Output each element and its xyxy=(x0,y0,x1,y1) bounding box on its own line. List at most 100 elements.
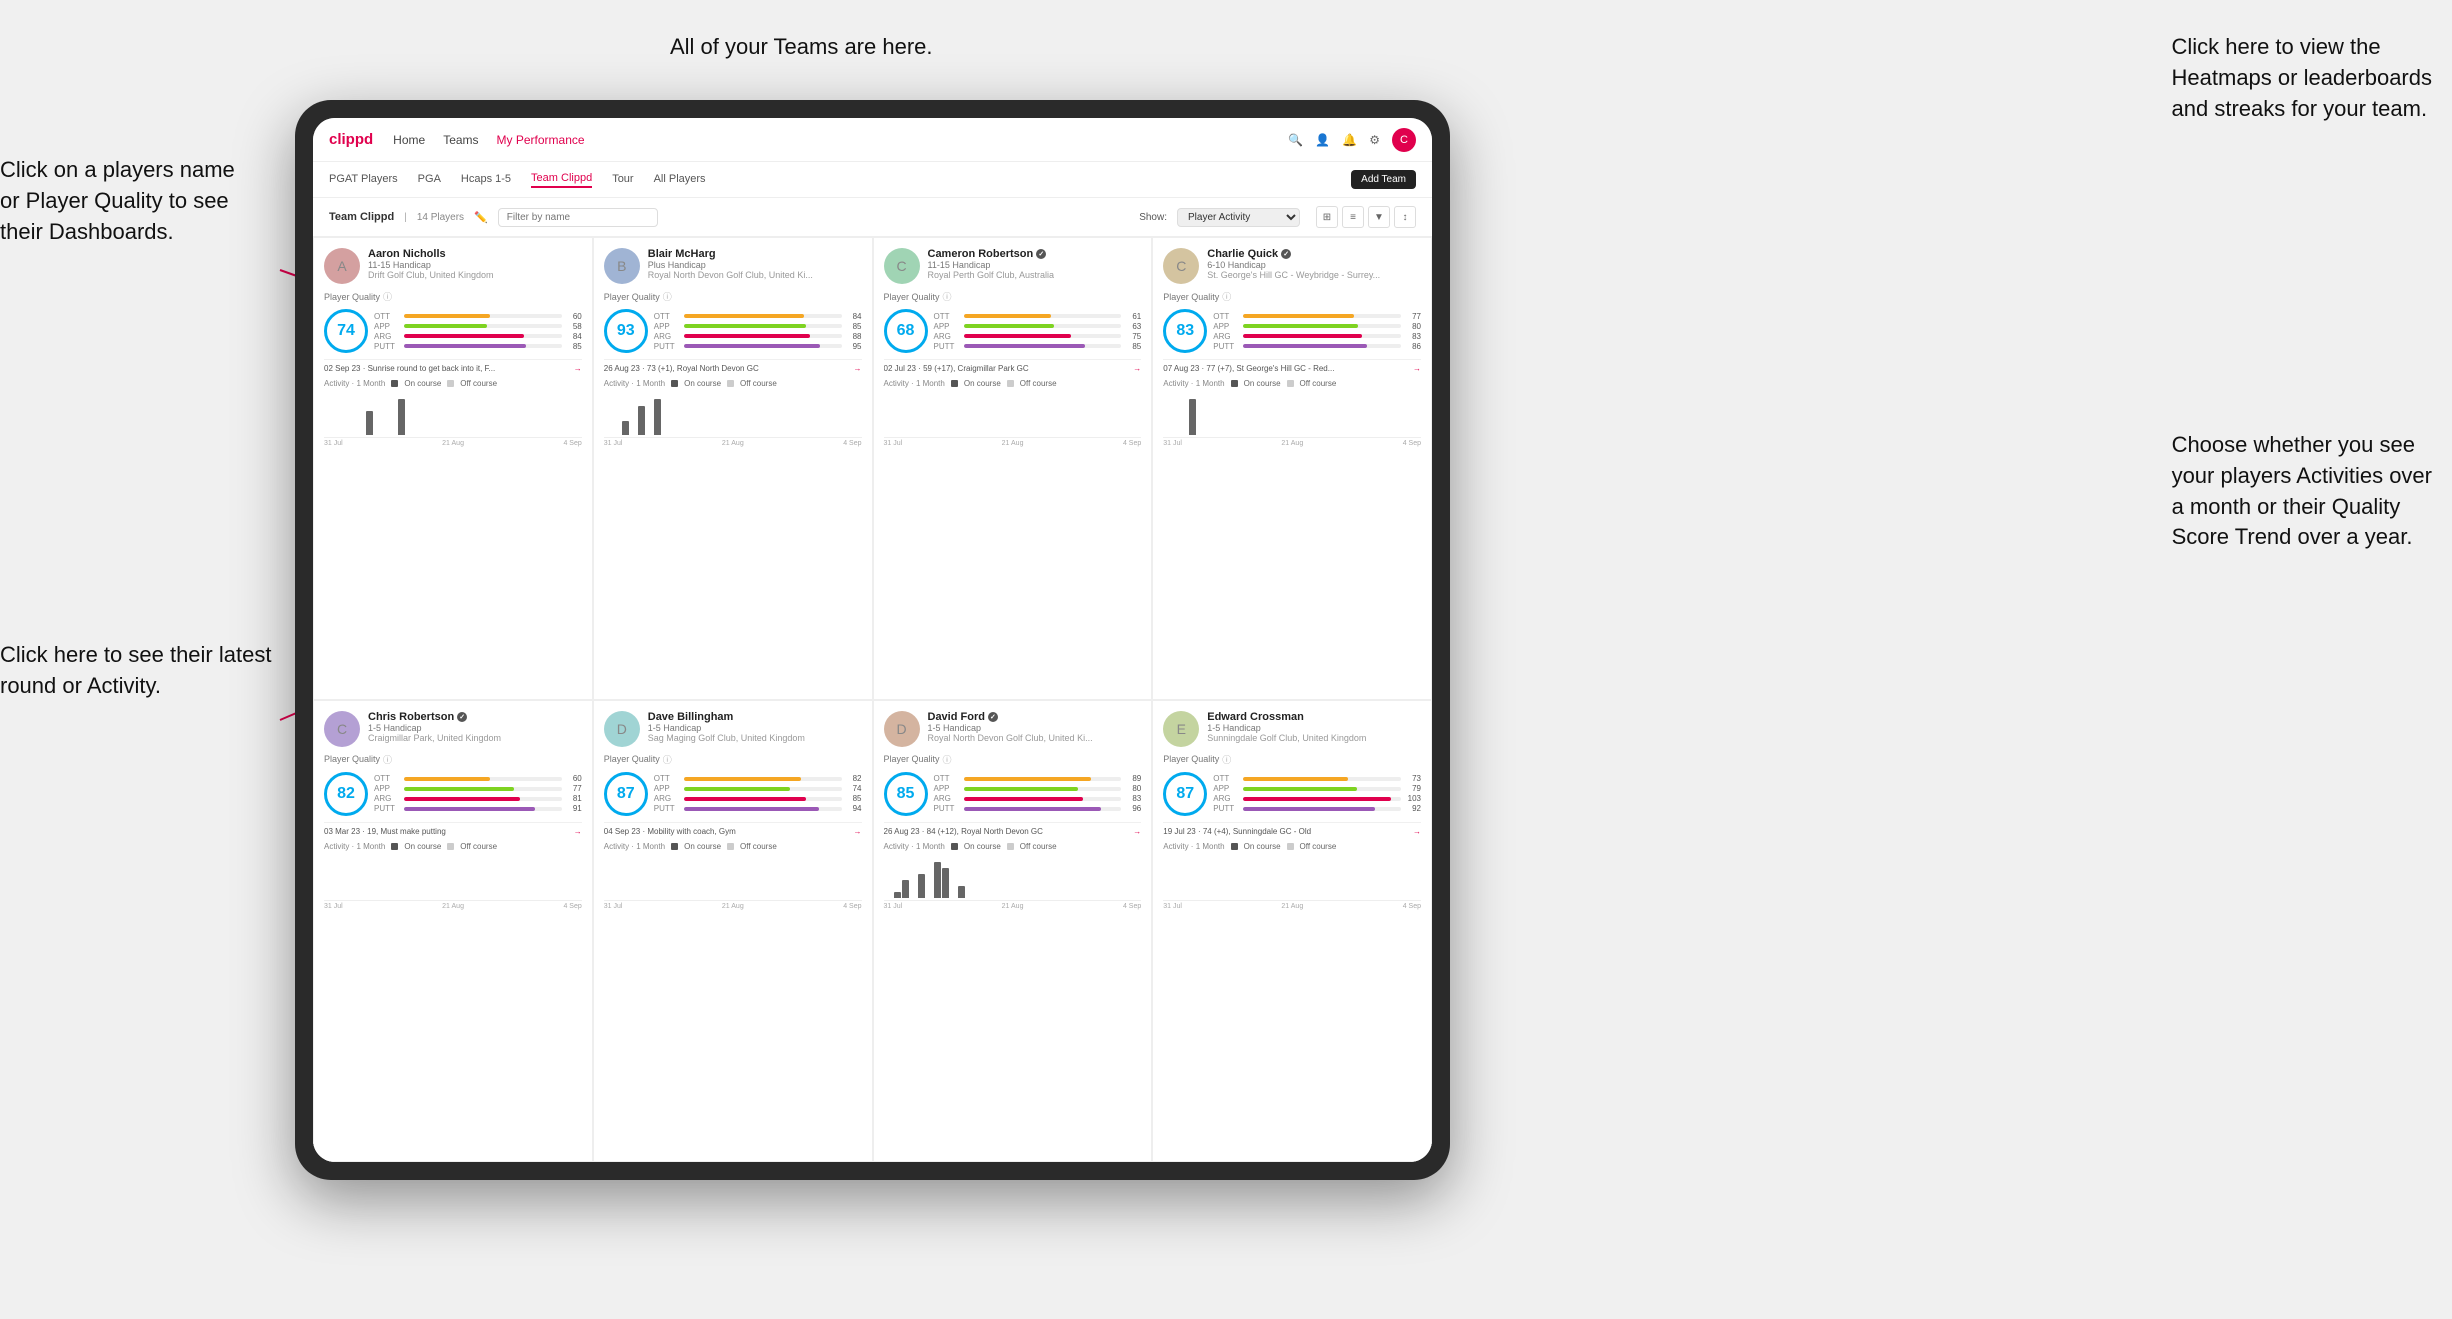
player-name[interactable]: Cameron Robertson ✓ xyxy=(928,248,1142,260)
player-name[interactable]: Aaron Nicholls xyxy=(368,248,582,260)
stat-label: APP xyxy=(1213,322,1239,331)
last-round[interactable]: 02 Jul 23 · 59 (+17), Craigmillar Park G… xyxy=(884,359,1142,373)
player-avatar: C xyxy=(1163,248,1199,284)
quality-row[interactable]: 68 OTT 61 APP 63 ARG 75 PUTT 85 xyxy=(884,309,1142,353)
player-name[interactable]: Chris Robertson ✓ xyxy=(368,711,582,723)
profile-icon[interactable]: 👤 xyxy=(1315,133,1330,147)
stat-value: 88 xyxy=(846,332,862,341)
player-card: C Charlie Quick ✓ 6-10 Handicap St. Geor… xyxy=(1152,237,1432,700)
quality-row[interactable]: 87 OTT 73 APP 79 ARG 103 PUTT 92 xyxy=(1163,772,1421,816)
sub-nav-all-players[interactable]: All Players xyxy=(654,173,706,187)
player-name[interactable]: Charlie Quick ✓ xyxy=(1207,248,1421,260)
filter-input[interactable] xyxy=(498,208,658,227)
bell-icon[interactable]: 🔔 xyxy=(1342,133,1357,147)
quality-row[interactable]: 83 OTT 77 APP 80 ARG 83 PUTT 86 xyxy=(1163,309,1421,353)
stat-label: OTT xyxy=(934,774,960,783)
sort-icon[interactable]: ↕ xyxy=(1394,206,1416,228)
quality-stats: OTT 60 APP 58 ARG 84 PUTT 85 xyxy=(374,312,582,351)
player-header: E Edward Crossman 1-5 Handicap Sunningda… xyxy=(1163,711,1421,747)
quality-row[interactable]: 74 OTT 60 APP 58 ARG 84 PUTT 85 xyxy=(324,309,582,353)
off-course-legend xyxy=(1287,380,1294,387)
quality-row[interactable]: 82 OTT 60 APP 77 ARG 81 PUTT 91 xyxy=(324,772,582,816)
last-round-arrow: → xyxy=(854,364,862,373)
on-course-label: On course xyxy=(404,379,441,388)
last-round[interactable]: 03 Mar 23 · 19, Must make putting → xyxy=(324,822,582,836)
user-avatar-nav[interactable]: C xyxy=(1392,128,1416,152)
quality-info-icon: ⓘ xyxy=(943,753,952,766)
stat-row-ott: OTT 84 xyxy=(654,312,862,321)
stat-bar-bg xyxy=(1243,344,1401,348)
grid-view-icon[interactable]: ⊞ xyxy=(1316,206,1338,228)
player-name[interactable]: David Ford ✓ xyxy=(928,711,1142,723)
chart-bar-empty xyxy=(1221,434,1228,435)
sub-nav-team-clippd[interactable]: Team Clippd xyxy=(531,172,592,188)
nav-item-home[interactable]: Home xyxy=(393,133,425,147)
off-course-label: Off course xyxy=(1300,842,1337,851)
edit-icon[interactable]: ✏️ xyxy=(474,211,488,224)
player-name[interactable]: Blair McHarg xyxy=(648,248,862,260)
last-round-text: 03 Mar 23 · 19, Must make putting xyxy=(324,827,446,836)
stat-label: APP xyxy=(934,322,960,331)
last-round[interactable]: 19 Jul 23 · 74 (+4), Sunningdale GC - Ol… xyxy=(1163,822,1421,836)
stat-label: PUTT xyxy=(374,342,400,351)
player-name[interactable]: Dave Billingham xyxy=(648,711,862,723)
last-round[interactable]: 26 Aug 23 · 73 (+1), Royal North Devon G… xyxy=(604,359,862,373)
quality-circle: 87 xyxy=(604,772,648,816)
filter-view-icon[interactable]: ▼ xyxy=(1368,206,1390,228)
nav-item-teams[interactable]: Teams xyxy=(443,133,478,147)
last-round[interactable]: 07 Aug 23 · 77 (+7), St George's Hill GC… xyxy=(1163,359,1421,373)
on-course-legend xyxy=(671,380,678,387)
stat-value: 73 xyxy=(1405,774,1421,783)
stat-value: 85 xyxy=(846,322,862,331)
player-avatar: A xyxy=(324,248,360,284)
chart-date-start: 31 Jul xyxy=(604,903,623,910)
list-view-icon[interactable]: ≡ xyxy=(1342,206,1364,228)
stat-label: APP xyxy=(1213,784,1239,793)
quality-row[interactable]: 93 OTT 84 APP 85 ARG 88 PUTT 95 xyxy=(604,309,862,353)
stat-row-app: APP 77 xyxy=(374,784,582,793)
quality-row[interactable]: 85 OTT 89 APP 80 ARG 83 PUTT 96 xyxy=(884,772,1142,816)
chart-bar-empty xyxy=(606,434,613,435)
quality-row[interactable]: 87 OTT 82 APP 74 ARG 85 PUTT 94 xyxy=(604,772,862,816)
stat-bar-bg xyxy=(684,344,842,348)
chart-bar-empty xyxy=(326,897,333,898)
stat-bar-bg xyxy=(684,787,842,791)
chart-bar-empty xyxy=(342,434,349,435)
show-select[interactable]: Player Activity Quality Score Trend xyxy=(1177,208,1300,227)
player-name[interactable]: Edward Crossman xyxy=(1207,711,1421,723)
player-avatar: B xyxy=(604,248,640,284)
settings-icon[interactable]: ⚙ xyxy=(1369,133,1380,147)
last-round[interactable]: 26 Aug 23 · 84 (+12), Royal North Devon … xyxy=(884,822,1142,836)
stat-row-putt: PUTT 94 xyxy=(654,804,862,813)
chart-bars xyxy=(1165,853,1252,900)
add-team-button[interactable]: Add Team xyxy=(1351,170,1416,189)
stat-value: 77 xyxy=(1405,312,1421,321)
player-info: Blair McHarg Plus Handicap Royal North D… xyxy=(648,248,862,280)
sub-nav-pgat[interactable]: PGAT Players xyxy=(329,173,398,187)
last-round-text: 26 Aug 23 · 84 (+12), Royal North Devon … xyxy=(884,827,1043,836)
stat-bar xyxy=(964,324,1054,328)
last-round[interactable]: 02 Sep 23 · Sunrise round to get back in… xyxy=(324,359,582,373)
chart-bar-empty xyxy=(1245,434,1252,435)
activity-label: Activity · 1 Month On course Off course xyxy=(1163,842,1421,851)
stat-bar xyxy=(964,797,1083,801)
quality-label: Player Quality ⓘ xyxy=(1163,290,1421,303)
chart-bar xyxy=(398,399,405,435)
off-course-legend xyxy=(727,843,734,850)
player-card: B Blair McHarg Plus Handicap Royal North… xyxy=(593,237,873,700)
sub-nav-pga[interactable]: PGA xyxy=(418,173,441,187)
chart-bar-empty xyxy=(670,434,677,435)
stat-bar xyxy=(1243,344,1366,348)
nav-item-performance[interactable]: My Performance xyxy=(497,133,585,147)
stat-label: PUTT xyxy=(654,804,680,813)
sub-nav-hcaps[interactable]: Hcaps 1-5 xyxy=(461,173,511,187)
player-header: B Blair McHarg Plus Handicap Royal North… xyxy=(604,248,862,284)
activity-section: Activity · 1 Month On course Off course … xyxy=(1163,379,1421,689)
stat-label: PUTT xyxy=(654,342,680,351)
player-header: C Charlie Quick ✓ 6-10 Handicap St. Geor… xyxy=(1163,248,1421,284)
quality-circle: 93 xyxy=(604,309,648,353)
last-round[interactable]: 04 Sep 23 · Mobility with coach, Gym → xyxy=(604,822,862,836)
search-icon[interactable]: 🔍 xyxy=(1288,133,1303,147)
stat-bar-bg xyxy=(684,807,842,811)
sub-nav-tour[interactable]: Tour xyxy=(612,173,633,187)
